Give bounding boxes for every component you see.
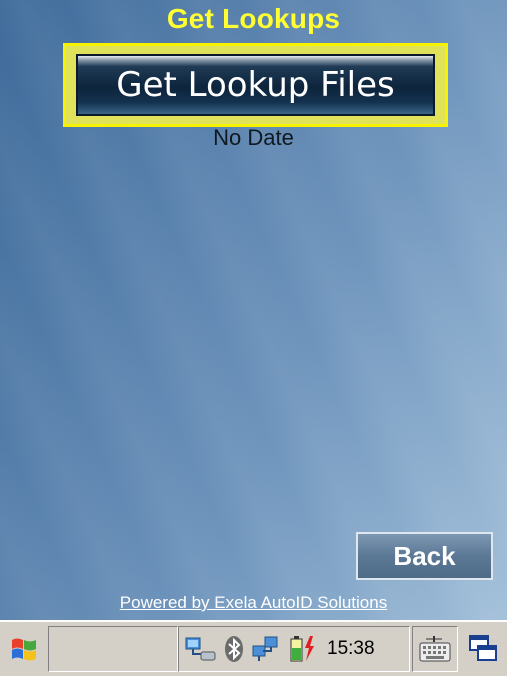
connectivity-icon[interactable] (251, 634, 281, 664)
keyboard-button[interactable] (412, 626, 458, 672)
get-lookup-files-button[interactable]: Get Lookup Files (76, 54, 435, 116)
powered-by-link[interactable]: Powered by Exela AutoID Solutions (0, 593, 507, 613)
windows-start-icon (9, 634, 39, 664)
window-switcher-button[interactable] (460, 626, 505, 672)
focus-highlight: Get Lookup Files (63, 43, 448, 127)
taskbar-empty-area (48, 626, 178, 672)
network-icon[interactable] (183, 634, 217, 664)
back-button[interactable]: Back (356, 532, 493, 580)
start-button[interactable] (2, 626, 46, 672)
page-title: Get Lookups (166, 3, 341, 34)
system-tray: 15:38 (178, 626, 410, 672)
bluetooth-icon[interactable] (223, 634, 245, 664)
window-switch-icon (467, 633, 499, 665)
date-status-label: No Date (213, 125, 294, 150)
app-screen: Get Lookups Get Lookup Files No Date Bac… (0, 0, 507, 620)
battery-charging-icon[interactable] (287, 634, 317, 664)
taskbar: 15:38 (0, 620, 507, 676)
keyboard-icon (418, 634, 452, 664)
clock[interactable]: 15:38 (327, 638, 375, 660)
